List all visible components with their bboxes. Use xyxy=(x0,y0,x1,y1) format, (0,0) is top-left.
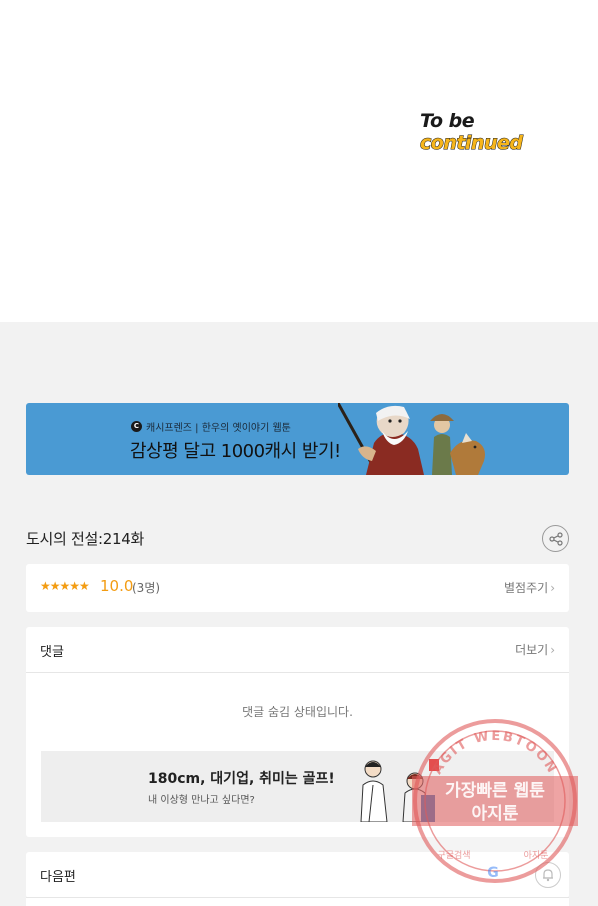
rating-stars: ★★★★★ xyxy=(40,579,90,593)
share-icon xyxy=(548,531,563,546)
comments-title: 댓글 xyxy=(40,645,64,660)
rating-score: 10.0 xyxy=(100,577,134,595)
rate-button-label: 별점주기 xyxy=(504,581,549,595)
banner-subtitle: 캐시프렌즈 | 한우의 옛이야기 웹툰 xyxy=(146,423,291,434)
episode-title: 도시의 전설:214화 xyxy=(26,530,144,548)
banner-illustration xyxy=(338,403,485,475)
next-episode-title: 다음편 xyxy=(40,870,76,885)
event-banner[interactable]: C 캐시프렌즈 | 한우의 옛이야기 웹툰 감상평 달고 1000캐시 받기! xyxy=(26,403,569,475)
ad-banner[interactable]: 180cm, 대기업, 취미는 골프! 내 이상형 만나고 싶다면? xyxy=(41,751,554,822)
banner-headline: 감상평 달고 1000캐시 받기! xyxy=(130,441,341,462)
ad-illustration xyxy=(360,759,439,822)
cash-friends-logo-icon: C xyxy=(131,421,142,432)
chevron-right-icon: › xyxy=(550,643,555,657)
rate-button[interactable]: 별점주기 › xyxy=(504,579,555,596)
rating-card: ★★★★★ 10.0 (3명) 별점주기 › xyxy=(26,564,569,612)
episode-title-row: 도시의 전설:214화 xyxy=(26,522,569,554)
comments-card: 댓글 더보기 › 댓글 숨김 상태입니다. 180cm, 대기업, 취미는 골프!… xyxy=(26,627,569,837)
notify-button[interactable] xyxy=(535,862,561,888)
banner-subtitle-row: C 캐시프렌즈 | 한우의 옛이야기 웹툰 xyxy=(131,419,291,434)
comments-hidden-message: 댓글 숨김 상태입니다. xyxy=(242,705,353,719)
comments-more-button[interactable]: 더보기 › xyxy=(515,641,555,658)
to-be-text: To be xyxy=(420,110,475,132)
comments-header: 댓글 더보기 › xyxy=(26,627,569,673)
ad-subline: 내 이상형 만나고 싶다면? xyxy=(148,795,255,806)
comic-panel: To be continued xyxy=(0,0,598,322)
continued-text: continued xyxy=(419,132,523,155)
bell-icon xyxy=(543,869,553,882)
page-bottom-strip xyxy=(26,897,569,906)
to-be-continued-logo: To be continued xyxy=(419,110,574,155)
share-button[interactable] xyxy=(542,525,569,552)
rating-count: (3명) xyxy=(132,581,161,595)
next-episode-card[interactable]: 다음편 xyxy=(26,852,569,898)
ad-headline: 180cm, 대기업, 취미는 골프! xyxy=(148,771,335,787)
chevron-right-icon: › xyxy=(550,581,555,595)
comments-more-label: 더보기 xyxy=(515,643,549,657)
